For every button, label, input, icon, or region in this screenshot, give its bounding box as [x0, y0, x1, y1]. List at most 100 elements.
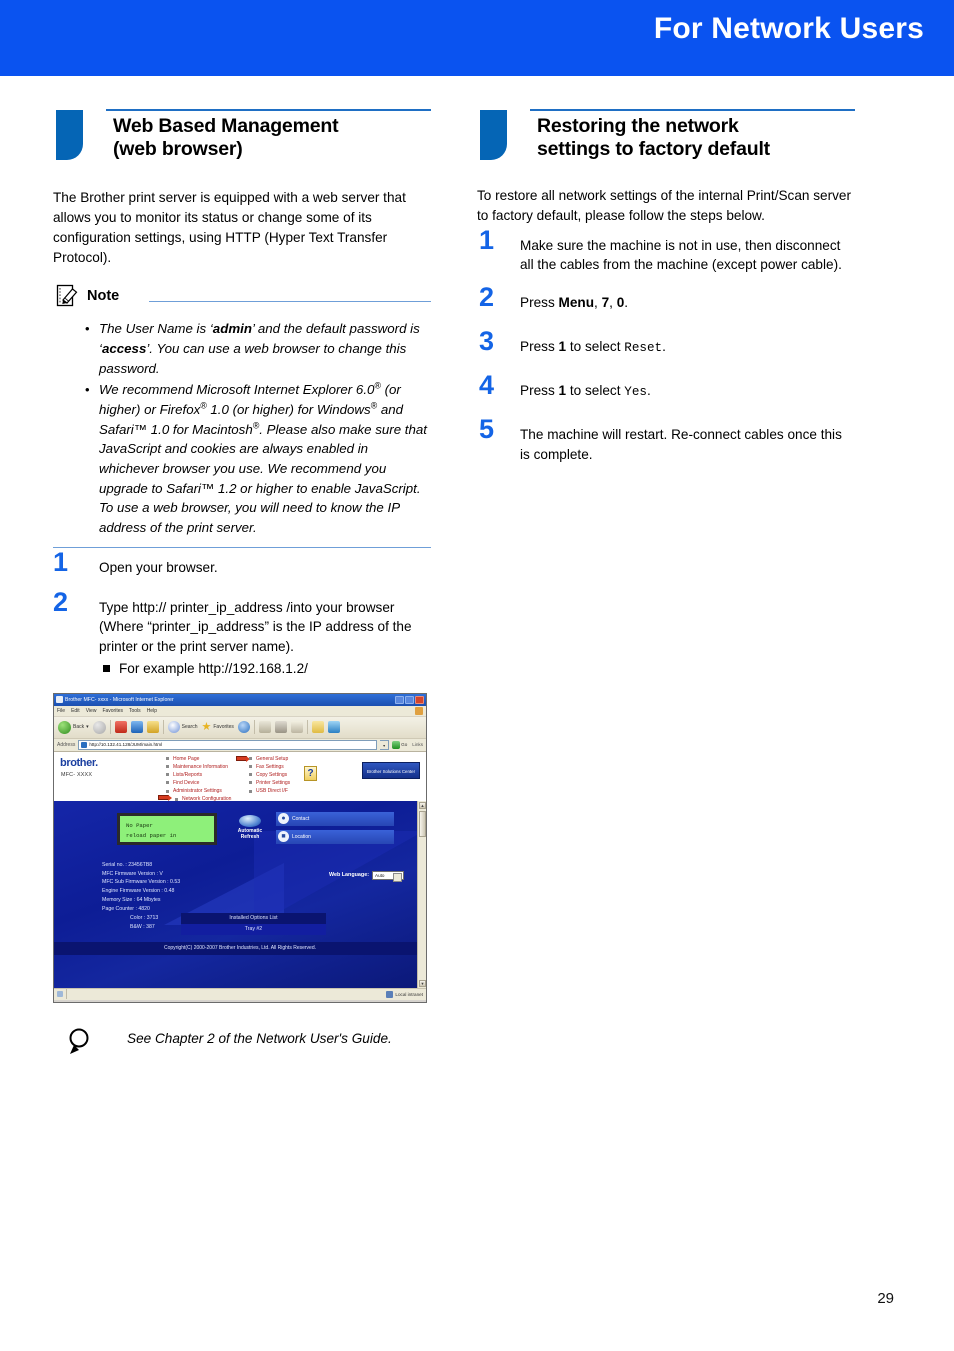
- stop-icon[interactable]: [114, 721, 127, 734]
- menu-item-maintenance-information[interactable]: Maintenance Information: [166, 763, 231, 771]
- menu-item-printer-settings[interactable]: Printer Settings: [249, 779, 290, 787]
- section-title-line1: Web Based Management: [113, 115, 339, 137]
- print-icon[interactable]: [274, 721, 287, 734]
- minimize-button[interactable]: [395, 695, 404, 704]
- back-label: Back: [73, 724, 85, 731]
- history-icon[interactable]: [237, 721, 250, 734]
- step-5: 5 The machine will restart. Re-connect c…: [477, 416, 855, 464]
- automatic-refresh-control[interactable]: Automatic Refresh: [232, 814, 268, 841]
- menu-edit[interactable]: Edit: [71, 708, 80, 714]
- menu-item-usb-direct-if[interactable]: USB Direct I/F: [249, 787, 290, 795]
- menu-item-fax-settings[interactable]: Fax Settings: [249, 763, 290, 771]
- step-text: Press Menu, 7, 0.: [477, 289, 855, 313]
- page-vertical-scrollbar[interactable]: ▲ ▼: [417, 800, 426, 988]
- zone-label: Local intranet: [395, 991, 423, 997]
- menu-tools[interactable]: Tools: [129, 708, 141, 714]
- edit-icon[interactable]: [290, 721, 303, 734]
- device-information-list: Serial no. : 23456TB8 MFC Firmware Versi…: [102, 861, 180, 933]
- page-icon: [81, 741, 88, 748]
- status-separator: [66, 989, 67, 1000]
- menu-item-find-device[interactable]: Find Device: [166, 779, 231, 787]
- contact-label: Contact: [292, 815, 310, 822]
- window-controls[interactable]: [395, 695, 424, 704]
- device-engine-firmware: Engine Firmware Version : 0.48: [102, 888, 175, 895]
- favorites-button[interactable]: ★ Favorites: [201, 721, 233, 733]
- back-dropdown-icon[interactable]: ▾: [86, 724, 89, 730]
- step3-menu-reset: Reset: [624, 341, 663, 356]
- menu-item-copy-settings[interactable]: Copy Settings: [249, 771, 290, 779]
- step2-text-pre: Press: [520, 295, 559, 311]
- links-label[interactable]: Links: [412, 742, 423, 747]
- contact-person-icon: ●: [278, 813, 289, 825]
- refresh-disc-icon: [239, 814, 261, 827]
- web-language-select[interactable]: Auto: [372, 870, 404, 882]
- brother-solutions-center-button[interactable]: Brother Solutions Center: [362, 761, 420, 779]
- note-text-1: The User Name is ‘: [99, 321, 213, 337]
- address-input[interactable]: http://10.132.41.128/JUM/main.html: [78, 739, 378, 750]
- ie-title-bar: Brother MFC- xxxx - Microsoft Internet E…: [54, 693, 426, 706]
- address-dropdown-icon[interactable]: ▾: [380, 739, 390, 750]
- menu-view[interactable]: View: [86, 708, 97, 714]
- scrollbar-thumb[interactable]: [419, 810, 426, 837]
- web-language-control[interactable]: Web Language: Auto: [328, 870, 404, 882]
- forward-button[interactable]: [92, 720, 106, 734]
- page-menu-left[interactable]: Home Page Maintenance Information Lists/…: [166, 755, 231, 801]
- step-3: 3 Press 1 to select Reset.: [477, 328, 855, 363]
- right-steps: 1 Make sure the machine is not in use, t…: [477, 226, 855, 465]
- menu-item-home-page[interactable]: Home Page: [166, 755, 231, 763]
- refresh-label-line2: Refresh: [240, 833, 260, 840]
- note-pencil-icon: [56, 284, 80, 313]
- page-body-area: No Paper reload paper in Automatic Refre…: [54, 800, 426, 988]
- maximize-button[interactable]: [405, 695, 414, 704]
- mail-icon[interactable]: [258, 721, 271, 734]
- toolbar-separator: [109, 720, 111, 735]
- page-menu-right[interactable]: General Setup Fax Settings Copy Settings…: [249, 755, 290, 795]
- device-page-counter-color: Color : 3713: [130, 915, 159, 922]
- section-rule: [106, 109, 431, 111]
- close-button[interactable]: [415, 695, 424, 704]
- search-button[interactable]: Search: [167, 721, 197, 734]
- scroll-up-icon[interactable]: ▲: [419, 801, 426, 809]
- brother-logo: brother.: [60, 756, 98, 769]
- menu-favorites[interactable]: Favorites: [102, 708, 123, 714]
- help-question-icon[interactable]: ?: [304, 765, 317, 781]
- home-icon[interactable]: [146, 721, 159, 734]
- menu-file[interactable]: File: [57, 708, 65, 714]
- messenger-icon[interactable]: [327, 721, 340, 734]
- refresh-label-line1: Automatic: [237, 827, 263, 834]
- back-arrow-icon: [58, 720, 71, 734]
- see-also-block: See Chapter 2 of the Network User's Guid…: [53, 1025, 431, 1065]
- go-button[interactable]: Go: [392, 740, 407, 749]
- location-label: Location: [292, 833, 311, 840]
- ie-menu-bar[interactable]: File Edit View Favorites Tools Help: [54, 705, 426, 717]
- step4-text-pre: Press: [520, 383, 559, 399]
- back-button[interactable]: Back ▾: [58, 720, 89, 734]
- lcd-line-2: reload paper in: [126, 831, 177, 839]
- scroll-down-icon[interactable]: ▼: [419, 979, 426, 987]
- ie-address-bar[interactable]: Address http://10.132.41.128/JUM/main.ht…: [54, 738, 426, 752]
- step3-text-post: .: [662, 339, 666, 355]
- step-sub-bullet: For example http://192.168.1.2/: [99, 659, 431, 679]
- security-zone: Local intranet: [386, 990, 423, 998]
- step-text: Open your browser.: [99, 559, 218, 575]
- search-icon: [167, 721, 180, 734]
- device-memory-size: Memory Size : 64 Mbytes: [102, 897, 161, 904]
- contact-button[interactable]: ● Contact: [276, 811, 394, 826]
- refresh-icon[interactable]: [130, 721, 143, 734]
- location-button[interactable]: ■ Location: [276, 829, 394, 844]
- left-steps: 1 Open your browser. 2 Type http:// prin…: [53, 548, 431, 679]
- ie-status-bar: Local intranet: [54, 987, 426, 1000]
- step-2: 2 Type http:// printer_ip_address /into …: [53, 588, 431, 679]
- section-title: Restoring the network settings to factor…: [477, 108, 855, 161]
- folder-icon[interactable]: [311, 721, 324, 734]
- web-language-label: Web Language:: [328, 872, 369, 879]
- right-column: Restoring the network settings to factor…: [477, 108, 855, 479]
- menu-item-lists-reports[interactable]: Lists/Reports: [166, 771, 231, 779]
- ie-toolbar[interactable]: Back ▾ Search ★ Favorites: [54, 716, 426, 739]
- step-4: 4 Press 1 to select Yes.: [477, 372, 855, 407]
- menu-item-administrator-settings[interactable]: Administrator Settings: [166, 787, 231, 795]
- menu-item-general-setup[interactable]: General Setup: [249, 755, 290, 763]
- step-number: 4: [479, 370, 495, 401]
- section-title-line2: (web browser): [113, 137, 243, 160]
- menu-help[interactable]: Help: [147, 708, 157, 714]
